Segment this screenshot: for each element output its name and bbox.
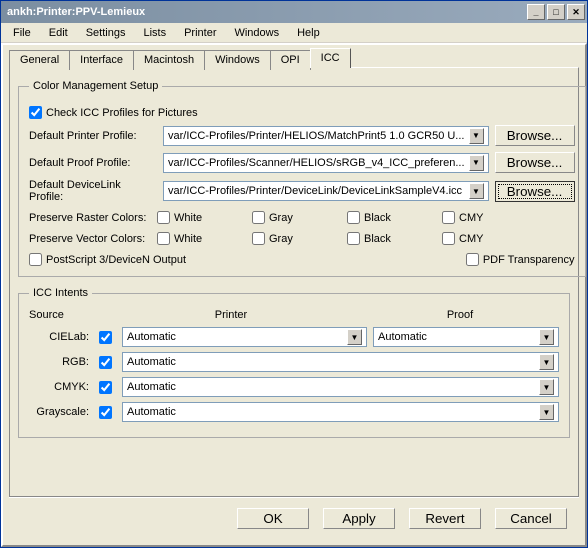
intent-enable-cielab[interactable] xyxy=(99,331,112,344)
tab-interface[interactable]: Interface xyxy=(69,50,134,70)
chevron-down-icon: ▼ xyxy=(539,354,554,370)
chevron-down-icon: ▼ xyxy=(539,404,554,420)
intents-head-printer: Printer xyxy=(101,309,361,321)
ok-button[interactable]: OK xyxy=(237,508,309,529)
button-bar: OK Apply Revert Cancel xyxy=(9,497,579,539)
browse-proof-profile-button[interactable]: Browse... xyxy=(495,152,575,173)
preserve-vector-label: Preserve Vector Colors: xyxy=(29,233,157,245)
intent-row-grayscale: Grayscale: Automatic▼ xyxy=(29,402,559,422)
menu-lists[interactable]: Lists xyxy=(135,25,174,41)
window-controls: _ □ ✕ xyxy=(527,4,585,20)
tab-windows[interactable]: Windows xyxy=(204,50,271,70)
menu-settings[interactable]: Settings xyxy=(78,25,134,41)
check-icc-profiles-label: Check ICC Profiles for Pictures xyxy=(46,107,198,119)
menu-printer[interactable]: Printer xyxy=(176,25,224,41)
menubar: File Edit Settings Lists Printer Windows… xyxy=(1,23,587,43)
intent-printer-grayscale[interactable]: Automatic▼ xyxy=(122,402,559,422)
proof-profile-value: var/ICC-Profiles/Scanner/HELIOS/sRGB_v4_… xyxy=(168,157,465,169)
revert-button[interactable]: Revert xyxy=(409,508,481,529)
cancel-button[interactable]: Cancel xyxy=(495,508,567,529)
preserve-vector-options: White Gray Black CMY xyxy=(157,232,575,245)
intent-enable-rgb[interactable] xyxy=(99,356,112,369)
vector-white[interactable]: White xyxy=(157,232,252,245)
intent-enable-cmyk[interactable] xyxy=(99,381,112,394)
group-color-management-legend: Color Management Setup xyxy=(29,80,162,92)
titlebar: ankh:Printer:PPV-Lemieux _ □ ✕ xyxy=(1,1,587,23)
intent-row-cmyk: CMYK: Automatic▼ xyxy=(29,377,559,397)
menu-file[interactable]: File xyxy=(5,25,39,41)
group-icc-intents: ICC Intents Source Printer Proof CIELab:… xyxy=(18,287,570,438)
menu-help[interactable]: Help xyxy=(289,25,328,41)
vector-black[interactable]: Black xyxy=(347,232,442,245)
intent-label-grayscale: Grayscale: xyxy=(29,406,89,418)
window-title: ankh:Printer:PPV-Lemieux xyxy=(7,6,145,18)
proof-profile-label: Default Proof Profile: xyxy=(29,157,157,169)
postscript-devicen[interactable]: PostScript 3/DeviceN Output xyxy=(29,253,186,266)
devicelink-profile-value: var/ICC-Profiles/Printer/DeviceLink/Devi… xyxy=(168,185,462,197)
intent-label-cielab: CIELab: xyxy=(29,331,89,343)
proof-profile-combo[interactable]: var/ICC-Profiles/Scanner/HELIOS/sRGB_v4_… xyxy=(163,153,489,173)
tab-icc[interactable]: ICC xyxy=(310,48,351,68)
printer-profile-label: Default Printer Profile: xyxy=(29,130,157,142)
browse-printer-profile-button[interactable]: Browse... xyxy=(495,125,575,146)
vector-cmy[interactable]: CMY xyxy=(442,232,537,245)
intent-printer-rgb[interactable]: Automatic▼ xyxy=(122,352,559,372)
intent-label-cmyk: CMYK: xyxy=(29,381,89,393)
chevron-down-icon: ▼ xyxy=(469,155,484,171)
menu-edit[interactable]: Edit xyxy=(41,25,76,41)
intent-row-rgb: RGB: Automatic▼ xyxy=(29,352,559,372)
printer-profile-value: var/ICC-Profiles/Printer/HELIOS/MatchPri… xyxy=(168,130,464,142)
check-icc-profiles-box[interactable] xyxy=(29,106,42,119)
chevron-down-icon: ▼ xyxy=(539,379,554,395)
intent-printer-cmyk[interactable]: Automatic▼ xyxy=(122,377,559,397)
tab-opi[interactable]: OPI xyxy=(270,50,311,70)
intent-row-cielab: CIELab: Automatic▼ Automatic▼ xyxy=(29,327,559,347)
minimize-button[interactable]: _ xyxy=(527,4,545,20)
close-button[interactable]: ✕ xyxy=(567,4,585,20)
chevron-down-icon: ▼ xyxy=(469,183,484,199)
vector-gray[interactable]: Gray xyxy=(252,232,347,245)
intent-label-rgb: RGB: xyxy=(29,356,89,368)
menu-windows[interactable]: Windows xyxy=(226,25,287,41)
printer-profile-combo[interactable]: var/ICC-Profiles/Printer/HELIOS/MatchPri… xyxy=(163,126,489,146)
intent-printer-cielab[interactable]: Automatic▼ xyxy=(122,327,367,347)
preserve-raster-label: Preserve Raster Colors: xyxy=(29,212,157,224)
maximize-button[interactable]: □ xyxy=(547,4,565,20)
devicelink-profile-label: Default DeviceLink Profile: xyxy=(29,179,157,203)
check-icc-profiles[interactable]: Check ICC Profiles for Pictures xyxy=(29,106,198,119)
intent-proof-cielab[interactable]: Automatic▼ xyxy=(373,327,559,347)
intents-head-source: Source xyxy=(29,309,101,321)
raster-white[interactable]: White xyxy=(157,211,252,224)
tab-panel-icc: Color Management Setup Check ICC Profile… xyxy=(9,67,579,497)
chevron-down-icon: ▼ xyxy=(539,329,554,345)
tabstrip: General Interface Macintosh Windows OPI … xyxy=(9,48,579,68)
pdf-transparency[interactable]: PDF Transparency xyxy=(466,253,575,266)
tab-macintosh[interactable]: Macintosh xyxy=(133,50,205,70)
intent-enable-grayscale[interactable] xyxy=(99,406,112,419)
raster-black[interactable]: Black xyxy=(347,211,442,224)
chevron-down-icon: ▼ xyxy=(469,128,484,144)
intents-head-proof: Proof xyxy=(361,309,559,321)
app-window: ankh:Printer:PPV-Lemieux _ □ ✕ File Edit… xyxy=(0,0,588,548)
preserve-raster-options: White Gray Black CMY xyxy=(157,211,575,224)
browse-devicelink-profile-button[interactable]: Browse... xyxy=(495,181,575,202)
intents-header: Source Printer Proof xyxy=(29,309,559,321)
chevron-down-icon: ▼ xyxy=(347,329,362,345)
client-area: General Interface Macintosh Windows OPI … xyxy=(1,43,587,547)
raster-cmy[interactable]: CMY xyxy=(442,211,537,224)
apply-button[interactable]: Apply xyxy=(323,508,395,529)
group-icc-intents-legend: ICC Intents xyxy=(29,287,92,299)
tab-general[interactable]: General xyxy=(9,50,70,70)
raster-gray[interactable]: Gray xyxy=(252,211,347,224)
group-color-management: Color Management Setup Check ICC Profile… xyxy=(18,80,586,277)
devicelink-profile-combo[interactable]: var/ICC-Profiles/Printer/DeviceLink/Devi… xyxy=(163,181,489,201)
